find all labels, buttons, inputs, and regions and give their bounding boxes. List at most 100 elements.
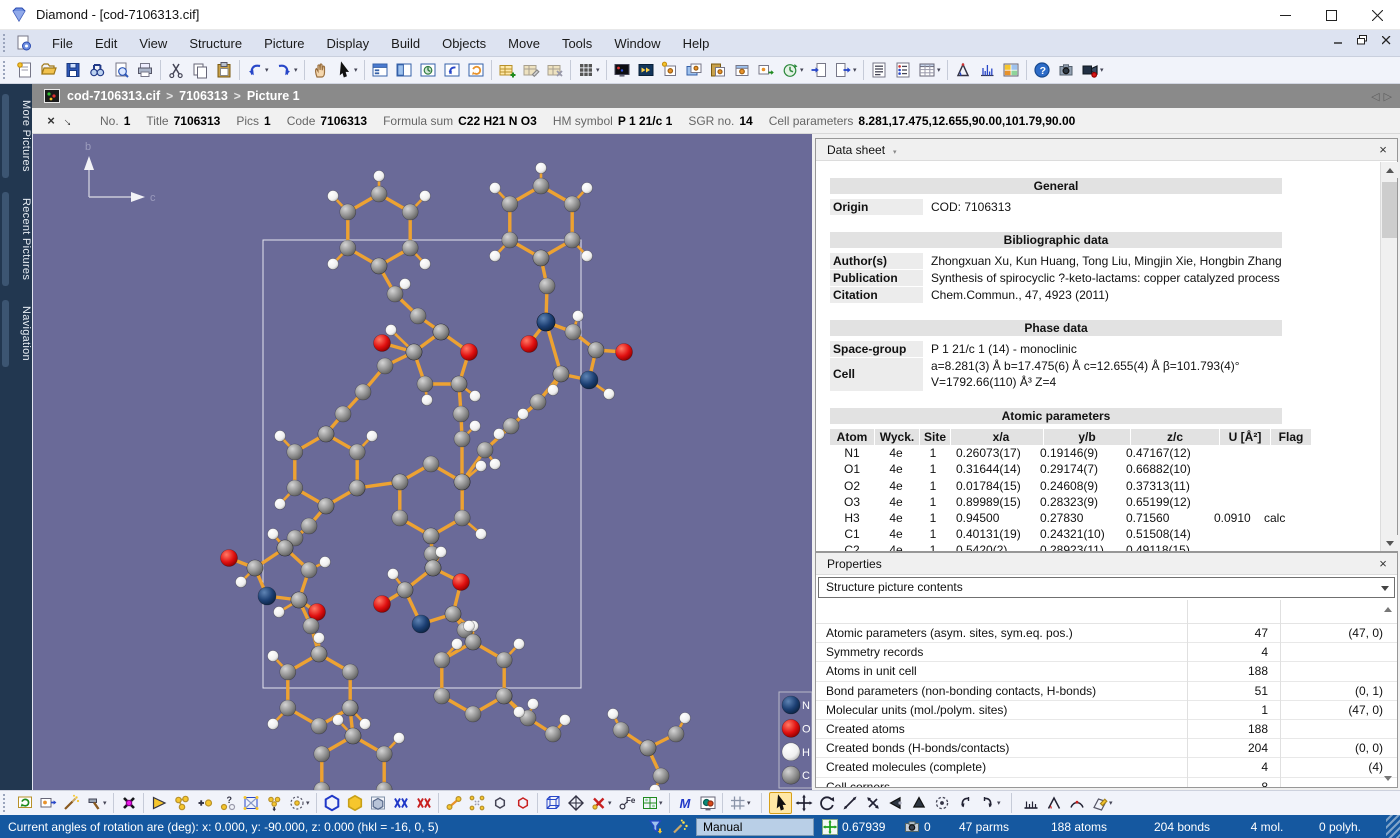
- menu-edit[interactable]: Edit: [84, 36, 128, 51]
- grid-tool-dropdown-caret[interactable]: ▾: [747, 799, 754, 807]
- hex-yellow-icon[interactable]: [343, 792, 366, 814]
- breadcrumb-part[interactable]: 7106313: [179, 89, 228, 103]
- step-back-icon[interactable]: [953, 792, 976, 814]
- redo-icon[interactable]: [272, 58, 296, 82]
- picture-new-icon[interactable]: [658, 58, 682, 82]
- properties-row[interactable]: Cell corners8: [816, 778, 1397, 788]
- sidebar-tab-more-pictures[interactable]: More Pictures: [0, 90, 32, 182]
- import-doc-icon[interactable]: [807, 58, 831, 82]
- render-screen-icon[interactable]: [696, 792, 719, 814]
- zoom-mode-icon[interactable]: [861, 792, 884, 814]
- atomic-table-row[interactable]: H34e10.945000.278300.715600.0910calc: [830, 510, 1380, 526]
- cell-pack-icon[interactable]: [239, 792, 262, 814]
- menu-build[interactable]: Build: [380, 36, 431, 51]
- destroy-red-icon[interactable]: [587, 792, 610, 814]
- menu-file[interactable]: File: [41, 36, 84, 51]
- build-icon[interactable]: [82, 792, 105, 814]
- minimize-button[interactable]: [1262, 0, 1308, 30]
- breadcrumb-part[interactable]: Picture 1: [247, 89, 300, 103]
- pack-cell-icon[interactable]: [366, 792, 389, 814]
- m-label-icon[interactable]: M: [673, 792, 696, 814]
- list-report-icon[interactable]: [867, 58, 891, 82]
- menu-window[interactable]: Window: [603, 36, 671, 51]
- props-list-icon[interactable]: [891, 58, 915, 82]
- sidebar-tab-navigation[interactable]: Navigation: [0, 296, 32, 371]
- picture-paste-icon[interactable]: [706, 58, 730, 82]
- menu-help[interactable]: Help: [672, 36, 721, 51]
- snapshot-icon[interactable]: [1054, 58, 1078, 82]
- open-icon[interactable]: [37, 58, 61, 82]
- spin-icon[interactable]: [930, 792, 953, 814]
- bond-create-icon[interactable]: [442, 792, 465, 814]
- properties-row[interactable]: Atoms in unit cell188: [816, 662, 1397, 681]
- menu-structure[interactable]: Structure: [178, 36, 253, 51]
- pin-caret-icon[interactable]: ▾: [893, 149, 897, 156]
- sphere-dotted-dropdown-caret[interactable]: ▾: [306, 799, 313, 807]
- atomic-table-row[interactable]: O34e10.89989(15)0.28323(9)0.65199(12): [830, 494, 1380, 510]
- undo-icon[interactable]: [243, 58, 267, 82]
- properties-row[interactable]: Bond parameters (non-bonding contacts, H…: [816, 682, 1397, 701]
- atom-plus-icon[interactable]: [193, 792, 216, 814]
- contacts-icon[interactable]: [465, 792, 488, 814]
- screen-black-icon[interactable]: [610, 58, 634, 82]
- color-table-icon[interactable]: [999, 58, 1023, 82]
- draw-plane-dropdown-caret[interactable]: ▾: [1109, 799, 1116, 807]
- picture-inline-icon[interactable]: [730, 58, 754, 82]
- menubar-grip[interactable]: [3, 34, 10, 52]
- atoms-add-icon[interactable]: [170, 792, 193, 814]
- sym-blue-icon[interactable]: [389, 792, 412, 814]
- structure-viewport[interactable]: bc NOHC: [32, 134, 812, 790]
- forward-icon[interactable]: [634, 58, 658, 82]
- grid-menu-dropdown-caret[interactable]: ▾: [596, 66, 603, 74]
- data-table-icon[interactable]: [915, 58, 939, 82]
- redo-dropdown-caret[interactable]: ▾: [294, 66, 301, 74]
- breadcrumb-forward-icon[interactable]: ▷: [1384, 90, 1392, 103]
- menu-move[interactable]: Move: [497, 36, 551, 51]
- view-split-icon[interactable]: [392, 58, 416, 82]
- help-icon[interactable]: ?: [1030, 58, 1054, 82]
- menu-objects[interactable]: Objects: [431, 36, 497, 51]
- scroll-up-icon[interactable]: [1381, 162, 1398, 178]
- view-tree-icon[interactable]: [368, 58, 392, 82]
- rotate-mode-icon[interactable]: [815, 792, 838, 814]
- step-fwd-dropdown-caret[interactable]: ▾: [997, 799, 1004, 807]
- table-new-icon[interactable]: [495, 58, 519, 82]
- table-edit-icon[interactable]: [519, 58, 543, 82]
- tilt-up-icon[interactable]: [907, 792, 930, 814]
- menu-tools[interactable]: Tools: [551, 36, 603, 51]
- properties-row[interactable]: Atomic parameters (asym. sites, sym.eq. …: [816, 624, 1397, 643]
- ring-small-icon[interactable]: [488, 792, 511, 814]
- dihedral-icon[interactable]: [1065, 792, 1088, 814]
- step-fwd-icon[interactable]: [976, 792, 999, 814]
- powder-diagram-icon[interactable]: [975, 58, 999, 82]
- view-undo-icon[interactable]: [440, 58, 464, 82]
- picture-export-icon[interactable]: [754, 58, 778, 82]
- menu-picture[interactable]: Picture: [253, 36, 315, 51]
- angle-measure-icon[interactable]: [1042, 792, 1065, 814]
- drag-drop-mode-icon[interactable]: [646, 817, 666, 837]
- properties-close-icon[interactable]: ×: [1375, 553, 1391, 575]
- fill-wedge-icon[interactable]: [147, 792, 170, 814]
- data-sheet-scrollbar[interactable]: [1380, 162, 1397, 551]
- save-icon[interactable]: [61, 58, 85, 82]
- properties-row[interactable]: Created molecules (complete)4(4): [816, 758, 1397, 777]
- select-dropdown-caret[interactable]: ▾: [354, 66, 361, 74]
- scrollbar-thumb[interactable]: [1382, 182, 1397, 238]
- grid-menu-icon[interactable]: [574, 58, 598, 82]
- scroll-down-icon[interactable]: [1381, 535, 1398, 551]
- properties-scroll-up-icon[interactable]: [1382, 603, 1394, 615]
- mdi-minimize-icon[interactable]: [1330, 32, 1346, 48]
- destroy-x-icon[interactable]: [117, 792, 140, 814]
- export-doc-icon[interactable]: [831, 58, 855, 82]
- sphere-dotted-icon[interactable]: [285, 792, 308, 814]
- picture-toolbar-grip[interactable]: [3, 794, 10, 812]
- properties-row[interactable]: Molecular units (mol./polym. sites)1(47,…: [816, 701, 1397, 720]
- fe-label-icon[interactable]: Fe: [615, 792, 638, 814]
- destroy-red-dropdown-caret[interactable]: ▾: [608, 799, 615, 807]
- menu-display[interactable]: Display: [316, 36, 381, 51]
- mdi-close-icon[interactable]: [1378, 32, 1394, 48]
- structure-canvas[interactable]: bc NOHC: [33, 134, 813, 790]
- new-icon[interactable]: [13, 58, 37, 82]
- history-dropdown-caret[interactable]: ▾: [800, 66, 807, 74]
- atom-question-icon[interactable]: ?: [216, 792, 239, 814]
